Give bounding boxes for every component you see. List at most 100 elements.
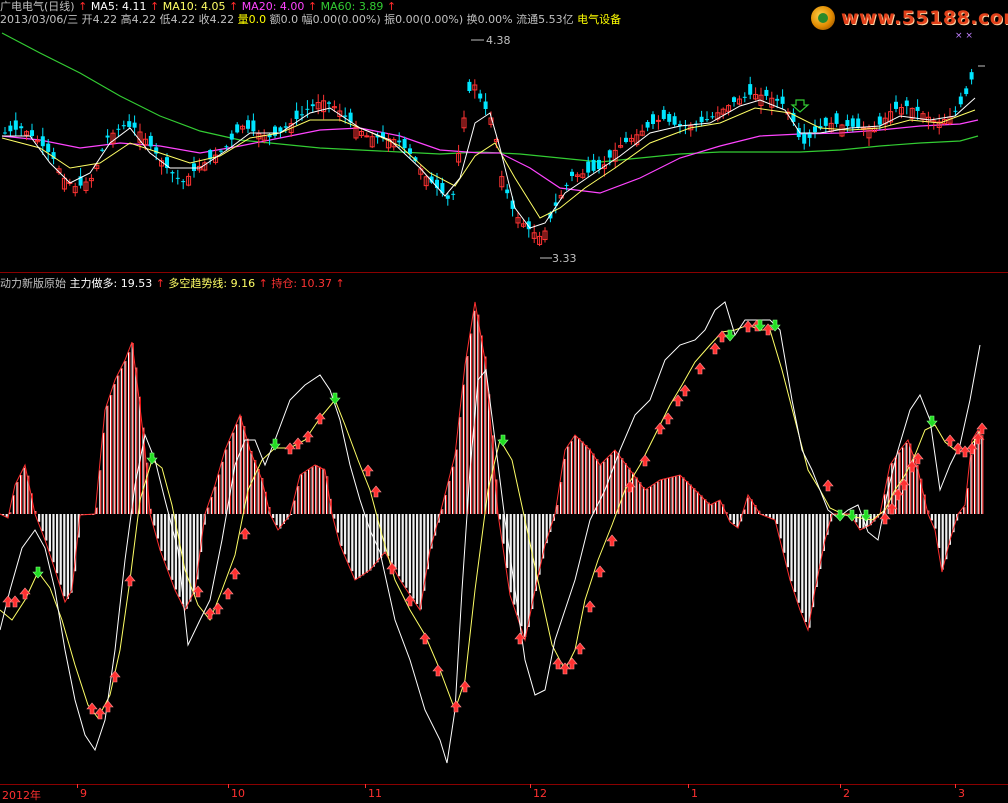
candle-body (483, 101, 488, 109)
histogram-bar (401, 514, 404, 583)
histogram-bar-shade (557, 505, 559, 514)
candle-body (445, 195, 450, 199)
histogram-bar-shade (229, 441, 231, 514)
histogram-bar-shade (301, 474, 303, 514)
low-price-label: 3.33 (552, 252, 577, 265)
stock-name[interactable]: 广电电气(日线) (0, 0, 75, 13)
histogram-bar (812, 514, 815, 608)
histogram-bar-shade (895, 457, 897, 514)
candle-body (19, 126, 24, 129)
ma20-up-icon: ↑ (307, 0, 318, 13)
candle-body (802, 132, 807, 144)
histogram-bar-shade (294, 500, 296, 514)
histogram-bar-shade (298, 486, 300, 514)
candle-body (958, 96, 963, 105)
candle-body (607, 150, 612, 158)
histogram-bar-shade (312, 467, 314, 514)
histogram-bar-shade (683, 477, 685, 514)
histogram-bar (185, 514, 188, 609)
histogram-bar-shade (640, 482, 642, 514)
watermark-text: www.55188.com (841, 7, 1008, 29)
candle-body (30, 130, 34, 136)
candle-body (8, 125, 13, 132)
date-label-2012: 2012年 (2, 789, 41, 802)
date-tick (77, 784, 78, 788)
histogram-bar-shade (460, 417, 462, 514)
date-axis: 2012年 9 10 11 12 1 2 3 (0, 784, 1008, 802)
indicator-position: 持仓: 10.37 (271, 277, 333, 290)
histogram-bar (768, 514, 771, 518)
date-label-feb: 2 (843, 787, 850, 800)
histogram-bar-shade (967, 488, 969, 514)
histogram-bar (52, 514, 55, 563)
quote-turnover: 换0.00% (466, 13, 513, 26)
candle-body (40, 136, 45, 147)
histogram-bar (48, 514, 51, 552)
ma10-value: MA10: 4.05 (162, 0, 226, 13)
candle-body (845, 120, 850, 127)
main-force-line (0, 301, 981, 764)
histogram-bar (59, 514, 62, 585)
quote-change: 幅0.00(0.00%) (301, 13, 381, 26)
candle-body (732, 97, 736, 102)
indicator-chart-panel[interactable] (0, 290, 1008, 784)
indicator-name[interactable]: 动力新版原始 (0, 277, 66, 290)
histogram-bar (412, 514, 415, 599)
histogram-bar (776, 514, 779, 524)
candle-body (667, 114, 672, 122)
candle-body (343, 115, 348, 117)
histogram-bar-shade (111, 395, 113, 514)
candle-body (148, 135, 153, 147)
histogram-bar-shade (589, 448, 591, 514)
candle-body (775, 98, 780, 101)
histogram-bar (801, 514, 804, 613)
histogram-bar (153, 514, 156, 526)
buy-signal-arrow-icon (9, 595, 21, 608)
chart-header-line2: 2013/03/06/三 开4.22 高4.22 低4.22 收4.22 量0.… (0, 13, 621, 26)
price-chart-panel[interactable]: 4.38 3.33 (0, 28, 1008, 272)
candle-body (105, 135, 110, 138)
candle-body (192, 163, 196, 171)
candle-body (894, 101, 898, 109)
histogram-bar-shade (600, 464, 602, 514)
date-label-jan: 1 (691, 787, 698, 800)
histogram-bar (344, 514, 347, 555)
buy-signal-arrow-icon (662, 412, 674, 425)
candle-body (224, 146, 229, 148)
histogram-bar-shade (712, 504, 714, 514)
buy-signal-arrow-icon (212, 602, 224, 615)
histogram-bar (934, 514, 937, 529)
candle-body (100, 149, 105, 151)
buy-signal-arrow-icon (239, 527, 251, 540)
high-price-label: 4.38 (486, 34, 511, 47)
histogram-bar-shade (694, 488, 696, 514)
buy-signal-arrow-icon (584, 600, 596, 613)
candle-body (451, 193, 456, 195)
histogram-bar-shade (103, 432, 105, 514)
histogram-bar-shade (21, 475, 23, 514)
buy-signal-arrow-icon (19, 587, 31, 600)
histogram-bar-shade (744, 509, 746, 514)
histogram-bar-shade (928, 510, 930, 514)
quote-low: 低4.22 (159, 13, 196, 26)
buy-signal-arrow-icon (559, 662, 571, 675)
candle-body (408, 148, 412, 154)
histogram-bar-shade (726, 512, 728, 514)
buy-signal-arrow-icon (594, 565, 606, 578)
histogram-bar-shade (219, 474, 221, 514)
ma60-up-icon: ↑ (386, 0, 397, 13)
histogram-bar-shade (910, 443, 912, 514)
candle-body (235, 124, 240, 133)
candle-body (655, 119, 661, 122)
candle-body (294, 110, 299, 120)
histogram-bar-shade (679, 475, 681, 514)
histogram-bar (502, 514, 505, 544)
quote-sector[interactable]: 电气设备 (577, 13, 621, 26)
histogram-bar-shade (255, 460, 257, 514)
candle-body (402, 138, 407, 149)
histogram-bar (275, 514, 278, 526)
histogram-bar (66, 514, 69, 599)
histogram-bar-shade (964, 507, 966, 514)
histogram-bar-shade (247, 438, 249, 514)
histogram-bar-shade (593, 453, 595, 514)
